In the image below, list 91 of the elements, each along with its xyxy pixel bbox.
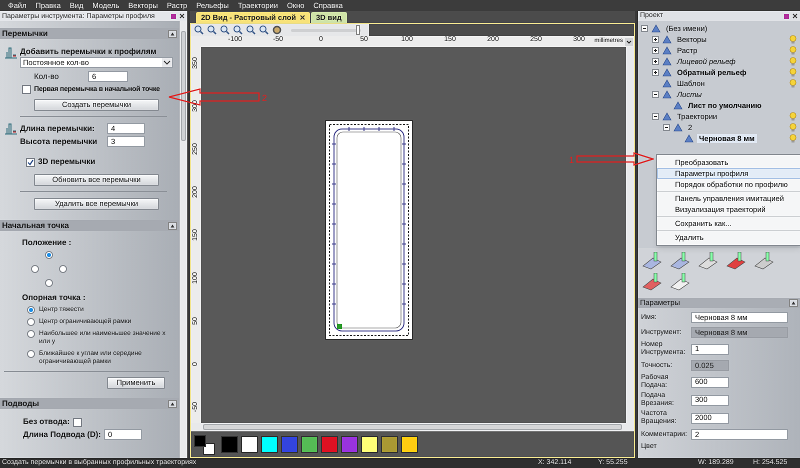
- expand-icon[interactable]: [652, 47, 659, 54]
- toolpath-icon[interactable]: [698, 252, 718, 270]
- radio-button[interactable]: [31, 265, 39, 273]
- node-icon: [662, 35, 672, 44]
- current-color-swatch[interactable]: [203, 442, 215, 454]
- zoom-icon[interactable]: [207, 25, 217, 35]
- expand-icon[interactable]: [652, 36, 659, 43]
- radio-button[interactable]: [45, 251, 53, 259]
- pin-icon[interactable]: [783, 12, 790, 20]
- color-swatch[interactable]: [261, 436, 278, 453]
- group-label: Положение :: [21, 238, 72, 248]
- color-swatch[interactable]: [301, 436, 318, 453]
- collapse-icon[interactable]: [641, 25, 648, 32]
- field-label: Добавить перемычки к профилям: [20, 47, 158, 57]
- collapse-icon[interactable]: [168, 400, 177, 408]
- zoom-icon[interactable]: [233, 25, 243, 35]
- section-header[interactable]: Перемычки: [0, 28, 179, 39]
- radio-button[interactable]: [45, 279, 53, 287]
- collapse-icon[interactable]: [652, 113, 659, 120]
- collapse-icon[interactable]: [168, 222, 177, 230]
- tool-icon: [4, 47, 18, 59]
- color-swatch[interactable]: [361, 436, 378, 453]
- checkbox[interactable]: [72, 418, 82, 426]
- zoom-icon[interactable]: [259, 25, 269, 35]
- zoom-icon[interactable]: [194, 25, 204, 35]
- color-swatch[interactable]: [341, 436, 358, 453]
- zoom-slider-thumb[interactable]: [356, 24, 360, 34]
- field-label: Длина Подвода (D):: [23, 430, 101, 440]
- checkbox-label: 3D перемычки: [38, 157, 96, 167]
- color-swatch[interactable]: [401, 436, 418, 453]
- annotation-label: 1: [569, 154, 574, 167]
- node-icon: [662, 57, 672, 66]
- caret-icon[interactable]: [162, 58, 172, 67]
- scrollbar[interactable]: [179, 21, 187, 458]
- collapse-icon[interactable]: [168, 30, 177, 38]
- toolpath-icon[interactable]: [642, 273, 662, 291]
- node-icon: [651, 24, 661, 33]
- expand-icon[interactable]: [652, 58, 659, 65]
- gear-icon[interactable]: [272, 25, 282, 35]
- node-icon: [684, 134, 694, 143]
- radio-button[interactable]: [59, 265, 67, 273]
- collapse-icon[interactable]: [663, 124, 670, 131]
- node-icon: [662, 90, 672, 99]
- toolpath-icon[interactable]: [670, 273, 690, 291]
- node-icon: [662, 68, 672, 77]
- color-swatch[interactable]: [281, 436, 298, 453]
- toolpath-icon[interactable]: [754, 252, 774, 270]
- close-icon[interactable]: [300, 15, 305, 20]
- scrollbar[interactable]: [191, 423, 634, 431]
- section-title: Перемычки: [2, 28, 48, 40]
- toolpath-icon[interactable]: [726, 252, 746, 270]
- node-icon: [662, 79, 672, 88]
- node-icon: [662, 46, 672, 55]
- toolpath-icon[interactable]: [642, 252, 662, 270]
- group-label: Опорная точка :: [21, 293, 86, 303]
- node-icon: [673, 123, 683, 132]
- radio-button[interactable]: [27, 330, 35, 338]
- current-color-swatch[interactable]: [194, 434, 206, 446]
- color-swatch[interactable]: [221, 436, 238, 453]
- drawing-canvas[interactable]: [201, 47, 626, 423]
- field-label: Без отвода:: [23, 417, 70, 427]
- pin-icon[interactable]: [170, 12, 177, 20]
- section-header[interactable]: Начальная точка: [0, 220, 179, 231]
- collapse-icon[interactable]: [652, 91, 659, 98]
- color-swatch[interactable]: [381, 436, 398, 453]
- collapse-icon[interactable]: [789, 299, 798, 307]
- toolpath-icon[interactable]: [670, 252, 690, 270]
- color-swatch[interactable]: [321, 436, 338, 453]
- radio-button[interactable]: [27, 306, 35, 314]
- zoom-icon[interactable]: [246, 25, 256, 35]
- scrollbar[interactable]: [626, 47, 634, 423]
- node-icon: [673, 101, 683, 110]
- node-icon: [662, 112, 672, 121]
- field-label: Длина перемычки:: [20, 124, 96, 134]
- close-icon[interactable]: [179, 13, 185, 19]
- radio-button[interactable]: [27, 350, 35, 358]
- field-label: Кол-во: [34, 72, 60, 82]
- field-label: Высота перемычки: [20, 136, 98, 146]
- tool-icon: [4, 123, 18, 135]
- section-header[interactable]: Подводы: [0, 398, 179, 409]
- close-icon[interactable]: [792, 13, 798, 19]
- checkbox[interactable]: [22, 85, 31, 94]
- zoom-icon[interactable]: [220, 25, 230, 35]
- color-swatch[interactable]: [241, 436, 258, 453]
- expand-icon[interactable]: [652, 69, 659, 76]
- section-title: Начальная точка: [2, 220, 69, 232]
- checkbox[interactable]: [26, 158, 35, 166]
- radio-button[interactable]: [27, 318, 35, 326]
- caret-icon[interactable]: [625, 38, 633, 46]
- section-title: Подводы: [2, 398, 40, 410]
- annotation-label: 2: [262, 92, 268, 106]
